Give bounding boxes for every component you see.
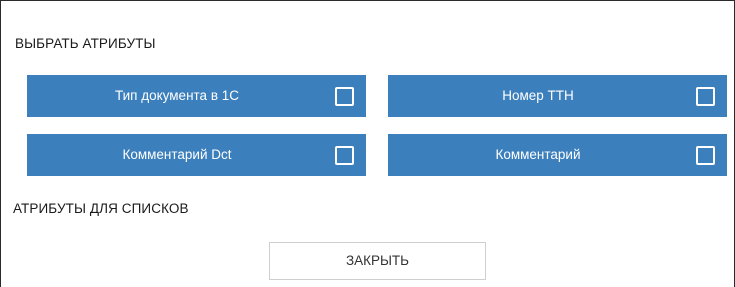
attribute-label: Номер ТТН	[502, 88, 574, 103]
checkbox-unchecked-icon[interactable]	[335, 87, 354, 106]
attribute-toggle-comment[interactable]: Комментарий	[388, 134, 727, 176]
select-attributes-dialog: ВЫБРАТЬ АТРИБУТЫ Тип документа в 1С Номе…	[0, 0, 735, 287]
attribute-label: Комментарий	[495, 147, 581, 162]
attribute-label: Комментарий Dct	[122, 147, 232, 162]
close-button[interactable]: ЗАКРЫТЬ	[269, 242, 486, 280]
attribute-label: Тип документа в 1С	[114, 88, 239, 103]
attribute-toggle-ttn-number[interactable]: Номер ТТН	[388, 75, 727, 117]
list-attributes-title: АТРИБУТЫ ДЛЯ СПИСКОВ	[13, 201, 189, 216]
attribute-toggle-comment-dct[interactable]: Комментарий Dct	[27, 134, 366, 176]
checkbox-unchecked-icon[interactable]	[335, 146, 354, 165]
checkbox-unchecked-icon[interactable]	[696, 87, 715, 106]
checkbox-unchecked-icon[interactable]	[696, 146, 715, 165]
attribute-toggle-doc-type-1c[interactable]: Тип документа в 1С	[27, 75, 366, 117]
select-attributes-title: ВЫБРАТЬ АТРИБУТЫ	[15, 36, 156, 51]
